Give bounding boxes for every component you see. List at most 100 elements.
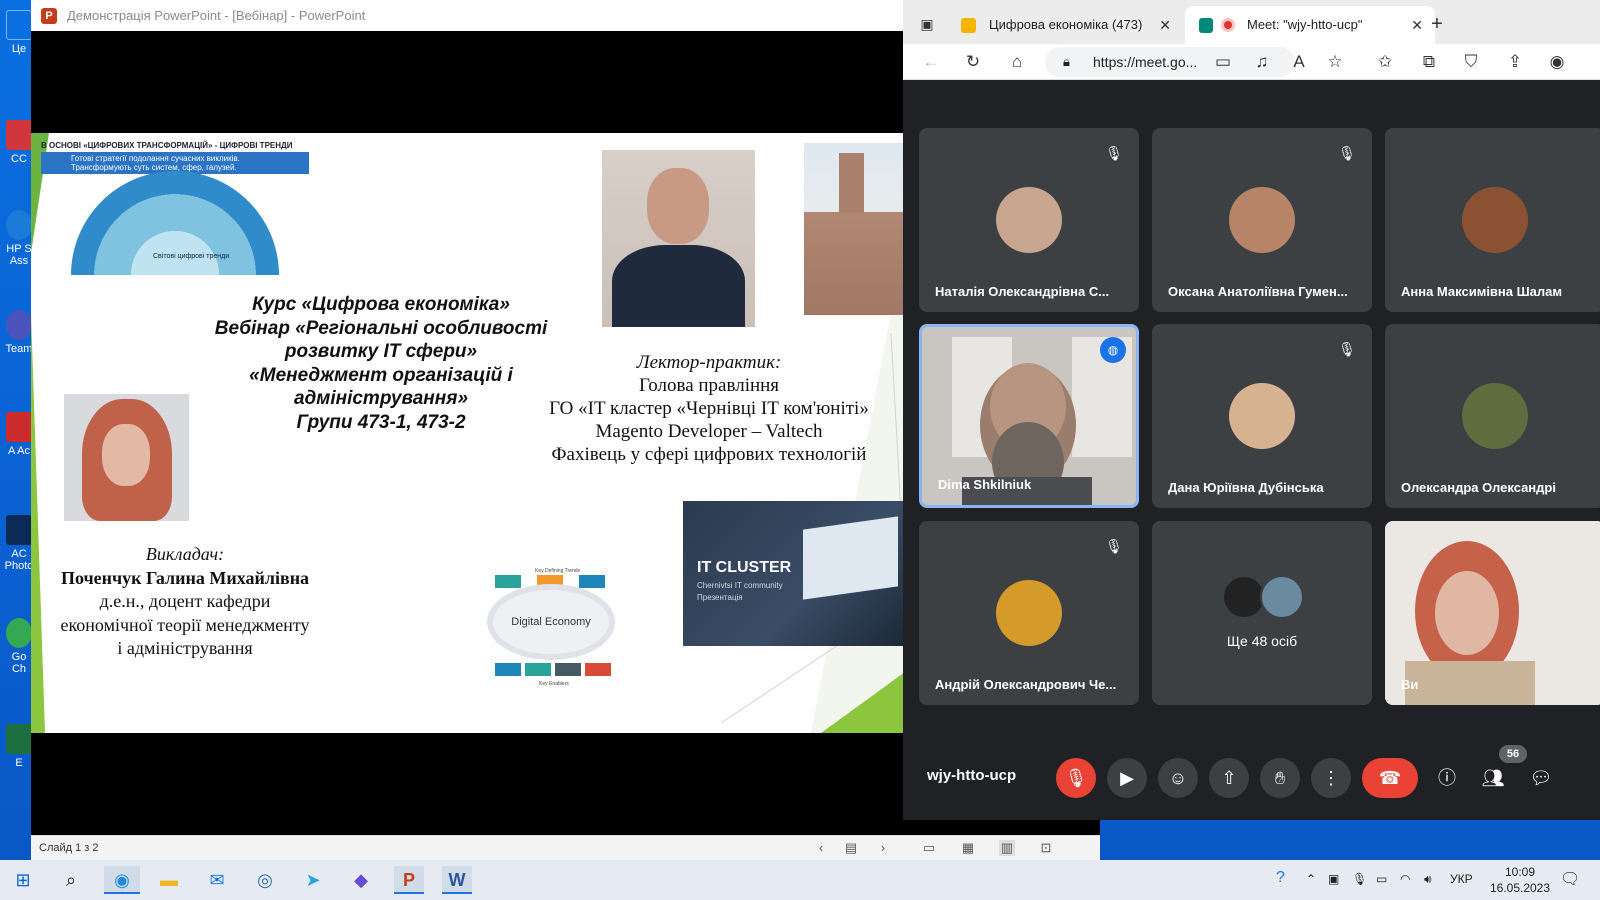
meet-favicon-icon <box>1199 18 1213 33</box>
powerpoint-taskbar-icon[interactable]: P <box>394 866 424 894</box>
end-call-button[interactable]: ☎ <box>1362 758 1418 798</box>
mail-icon[interactable]: ✉ <box>202 866 232 894</box>
slideshow-icon[interactable]: ⊡ <box>1038 840 1054 856</box>
desktop-icon-4[interactable]: Team <box>4 310 34 355</box>
mic-off-icon: 🎙︎ <box>1338 341 1356 357</box>
language-indicator[interactable]: УКР <box>1450 872 1473 886</box>
participant-name: Ви <box>1401 677 1419 692</box>
meet-now-icon[interactable]: ▣ <box>1328 872 1339 886</box>
meeting-info-icon[interactable]: ⓘ <box>1429 758 1465 798</box>
present-screen-button[interactable]: ⇧ <box>1209 758 1249 798</box>
collections-icon[interactable]: ⧉ <box>1417 50 1441 74</box>
search-icon[interactable]: ⌕ <box>56 866 86 894</box>
next-slide-icon[interactable]: › <box>875 840 891 856</box>
self-tile[interactable]: Ви <box>1385 521 1600 705</box>
camera-in-use-icon[interactable]: ▭ <box>1211 50 1235 74</box>
participant-name: Dima Shkilniuk <box>938 477 1032 492</box>
favorites-icon[interactable]: ✩ <box>1373 50 1397 74</box>
desktop-icon-2[interactable]: CC <box>4 120 34 165</box>
notifications-blocked-icon[interactable]: ♫ <box>1250 50 1274 74</box>
lecturer-info: Лектор-практик: Голова правління ГО «IT … <box>531 351 887 466</box>
participant-tile[interactable]: 🎙︎ Андрій Олександрович Че... <box>919 521 1139 705</box>
tab-actions-icon[interactable]: ▣ <box>915 12 939 36</box>
microphone-icon[interactable]: 🎙︎ <box>1352 872 1367 886</box>
edge-icon[interactable]: ◉ <box>104 866 140 894</box>
teacher-label: Викладач: <box>145 544 225 564</box>
home-icon[interactable]: ⌂ <box>1005 50 1029 74</box>
file-explorer-icon[interactable]: ▬ <box>154 866 184 894</box>
more-participants-label: Ще 48 осіб <box>1226 633 1298 649</box>
laptop-screen <box>803 516 898 600</box>
clock[interactable]: 10:09 16.05.2023 <box>1488 864 1552 896</box>
help-icon[interactable]: ? <box>1276 869 1285 887</box>
participant-tile-speaking[interactable]: ◍ Dima Shkilniuk <box>919 324 1139 508</box>
desktop-icon-7[interactable]: Go Ch <box>4 618 34 675</box>
participant-name: Наталія Олександрівна С... <box>935 284 1110 299</box>
tab-course[interactable]: Цифрова економіка (473) ✕ <box>947 6 1183 44</box>
raise-hand-button[interactable]: ✋︎ <box>1260 758 1300 798</box>
course-line: розвитку IT сфери» <box>284 341 478 362</box>
participant-name: Андрій Олександрович Че... <box>935 677 1117 692</box>
participant-tile[interactable]: 🎙︎ Наталія Олександрівна С... <box>919 128 1139 312</box>
app-icon[interactable]: ◆ <box>346 866 376 894</box>
photo-face <box>647 168 709 244</box>
desktop-icon-1[interactable]: Це <box>4 10 34 55</box>
chevron-up-icon[interactable]: ⌃ <box>1306 872 1316 886</box>
url-text: https://meet.go... <box>1093 54 1198 70</box>
more-participants-tile[interactable]: Ще 48 осіб <box>1152 521 1372 705</box>
more-options-button[interactable]: ⋮ <box>1311 758 1351 798</box>
de-trend-box <box>579 575 605 588</box>
participant-tile[interactable]: 🎙︎ Оксана Анатоліївна Гумен... <box>1152 128 1372 312</box>
meeting-controls: wjy-htto-ucp 🎙︎ ▶ ☺ ⇧ ✋︎ ⋮ ☎ ⓘ 👥︎ 56 💬︎ <box>903 745 1600 807</box>
reactions-button[interactable]: ☺ <box>1158 758 1198 798</box>
de-enabler-box <box>555 663 581 676</box>
course-line: Вебінар «Регіональні особливості <box>214 317 548 339</box>
avatar <box>1462 187 1528 253</box>
reload-icon[interactable]: ↻ <box>961 50 985 74</box>
tab-meet[interactable]: Meet: "wjy-htto-ucp" ✕ <box>1185 6 1435 44</box>
cluster-title: IT CLUSTER <box>697 559 792 576</box>
back-arrow-icon[interactable]: ← <box>919 50 943 74</box>
chat-icon[interactable]: 💬︎ <box>1523 758 1559 798</box>
desktop-icon-3[interactable]: HP S Ass <box>4 210 34 267</box>
normal-view-icon[interactable]: ▭ <box>921 840 937 856</box>
mic-off-icon: 🎙︎ <box>1105 145 1123 161</box>
teacher-line: і адміністрування <box>117 638 253 658</box>
share-icon[interactable]: ⇪ <box>1503 50 1527 74</box>
profile-icon[interactable]: ◉ <box>1545 50 1569 74</box>
participant-tile[interactable]: Олександра Олександрі <box>1385 324 1600 508</box>
notifications-icon[interactable]: 🗨︎ <box>1560 869 1580 889</box>
clock-date: 16.05.2023 <box>1489 881 1551 895</box>
close-icon[interactable]: ✕ <box>1159 6 1171 44</box>
teacher-info: Викладач: Поченчук Галина Михайлівна д.е… <box>39 543 331 661</box>
reading-view-icon[interactable]: ▥ <box>999 840 1015 856</box>
camera-toggle-button[interactable]: ▶ <box>1107 758 1147 798</box>
browser-essentials-icon[interactable]: ⛉ <box>1459 50 1483 74</box>
speaking-indicator-icon: ◍ <box>1100 337 1126 363</box>
start-icon[interactable]: ⊞ <box>8 866 38 894</box>
prev-slide-icon[interactable]: ‹ <box>813 840 829 856</box>
wifi-icon[interactable]: ◠ <box>1400 872 1410 886</box>
word-taskbar-icon[interactable]: W <box>442 866 472 894</box>
desktop-icon-6[interactable]: AC Photo <box>4 515 34 572</box>
desktop-icon-label: Team <box>5 343 33 355</box>
add-favorite-icon[interactable]: ☆ <box>1323 50 1347 74</box>
participant-tile[interactable]: Анна Максимівна Шалам <box>1385 128 1600 312</box>
teacher-photo <box>64 394 189 521</box>
telegram-icon[interactable]: ➤ <box>298 866 328 894</box>
teamviewer-icon[interactable]: ◎ <box>250 866 280 894</box>
mic-toggle-button[interactable]: 🎙︎ <box>1056 758 1096 798</box>
battery-icon[interactable]: ▭ <box>1376 872 1387 886</box>
desktop-icon-5[interactable]: A Ac <box>4 412 34 457</box>
people-icon[interactable]: 👥︎ <box>1475 758 1511 798</box>
participant-tile[interactable]: 🎙︎ Дана Юріївна Дубінська <box>1152 324 1372 508</box>
new-tab-icon[interactable]: + <box>1425 12 1449 36</box>
volume-icon[interactable]: 🔊︎ <box>1424 872 1432 887</box>
infographic-heading: В ОСНОВІ «ЦИФРОВИХ ТРАНСФОРМАЦІЙ» - ЦИФР… <box>41 141 293 150</box>
desktop-icon-8[interactable]: E <box>4 724 34 769</box>
read-aloud-icon[interactable]: A <box>1287 50 1311 74</box>
close-icon[interactable]: ✕ <box>1411 6 1423 44</box>
slide-list-icon[interactable]: ▤ <box>843 840 859 856</box>
lecturer-line: Magento Developer – Valtech <box>595 421 823 442</box>
slide-sorter-icon[interactable]: ▦ <box>960 840 976 856</box>
